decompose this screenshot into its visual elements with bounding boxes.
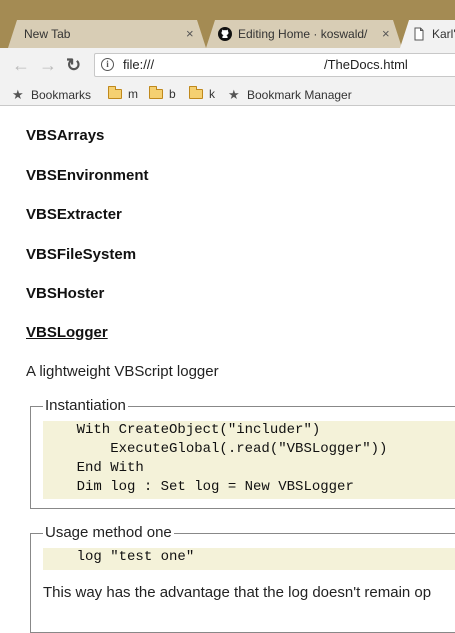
description: A lightweight VBScript logger bbox=[26, 363, 219, 380]
info-icon[interactable]: i bbox=[101, 58, 114, 71]
page-content: VBSArrays VBSEnvironment VBSExtracter VB… bbox=[0, 106, 455, 633]
folder-icon bbox=[189, 86, 203, 99]
code-block: With CreateObject("includer") ExecuteGlo… bbox=[43, 421, 455, 499]
github-icon bbox=[218, 27, 232, 41]
section-usage-method-one: Usage method one log "test one" This way… bbox=[30, 524, 455, 633]
section-legend: Usage method one bbox=[43, 524, 174, 541]
heading-vbsfilesystem: VBSFileSystem bbox=[26, 246, 137, 263]
file-icon bbox=[414, 27, 424, 41]
folder-icon bbox=[149, 86, 163, 99]
code-line: Dim log : Set log = New VBSLogger bbox=[43, 479, 354, 495]
heading-vbsenvironment: VBSEnvironment bbox=[26, 167, 149, 184]
url-path: /TheDocs.html bbox=[324, 57, 408, 72]
star-icon: ★ bbox=[12, 87, 24, 102]
heading-vbsarrays: VBSArrays bbox=[26, 127, 105, 144]
forward-arrow-icon[interactable]: → bbox=[39, 55, 57, 75]
section-instantiation: Instantiation With CreateObject("include… bbox=[30, 397, 455, 509]
bookmark-folder-m[interactable]: m bbox=[108, 86, 138, 101]
code-line: log "test one" bbox=[43, 549, 195, 565]
tab-label: New Tab bbox=[24, 27, 71, 41]
bookmark-manager[interactable]: ★ Bookmark Manager bbox=[228, 87, 352, 103]
heading-vbsextracter: VBSExtracter bbox=[26, 206, 122, 223]
bookmark-label: b bbox=[169, 87, 176, 101]
bookmark-bookmarks[interactable]: ★ Bookmarks bbox=[12, 87, 91, 103]
tab-new-tab[interactable]: New Tab × bbox=[8, 20, 206, 48]
tab-label: Karl' bbox=[432, 27, 455, 41]
tab-label: Editing Home · koswald/ bbox=[238, 27, 368, 41]
code-block: log "test one" bbox=[43, 548, 455, 570]
heading-vbshoster: VBSHoster bbox=[26, 285, 105, 302]
close-icon[interactable]: × bbox=[186, 20, 194, 48]
close-icon[interactable]: × bbox=[382, 20, 390, 48]
section-paragraph: This way has the advantage that the log … bbox=[43, 584, 432, 601]
bookmark-label: Bookmarks bbox=[31, 88, 92, 102]
bookmark-label: Bookmark Manager bbox=[247, 88, 352, 102]
bookmarks-bar: ★ Bookmarks m b k ★ Bookmark Manager bbox=[0, 83, 455, 106]
reload-icon[interactable]: ↻ bbox=[66, 55, 81, 75]
code-line: End With bbox=[43, 460, 144, 476]
bookmark-label: k bbox=[209, 87, 215, 101]
tab-editing-home[interactable]: Editing Home · koswald/ × bbox=[206, 20, 402, 48]
back-arrow-icon[interactable]: ← bbox=[12, 55, 30, 75]
folder-icon bbox=[108, 86, 122, 99]
bookmark-folder-b[interactable]: b bbox=[149, 86, 176, 101]
url-scheme: file:/// bbox=[123, 57, 155, 72]
address-bar[interactable]: i file:/// /TheDocs.html bbox=[94, 53, 455, 77]
star-icon: ★ bbox=[228, 87, 240, 102]
bookmark-folder-k[interactable]: k bbox=[189, 86, 215, 101]
bookmark-label: m bbox=[128, 87, 138, 101]
tab-strip: New Tab × Editing Home · koswald/ × Karl… bbox=[0, 0, 455, 48]
code-line: ExecuteGlobal(.read("VBSLogger")) bbox=[43, 441, 388, 457]
heading-vbslogger: VBSLogger bbox=[26, 324, 108, 341]
tab-active[interactable]: Karl' bbox=[400, 20, 455, 48]
code-line: With CreateObject("includer") bbox=[43, 422, 321, 438]
section-legend: Instantiation bbox=[43, 397, 128, 414]
toolbar: ← → ↻ i file:/// /TheDocs.html bbox=[0, 48, 455, 83]
